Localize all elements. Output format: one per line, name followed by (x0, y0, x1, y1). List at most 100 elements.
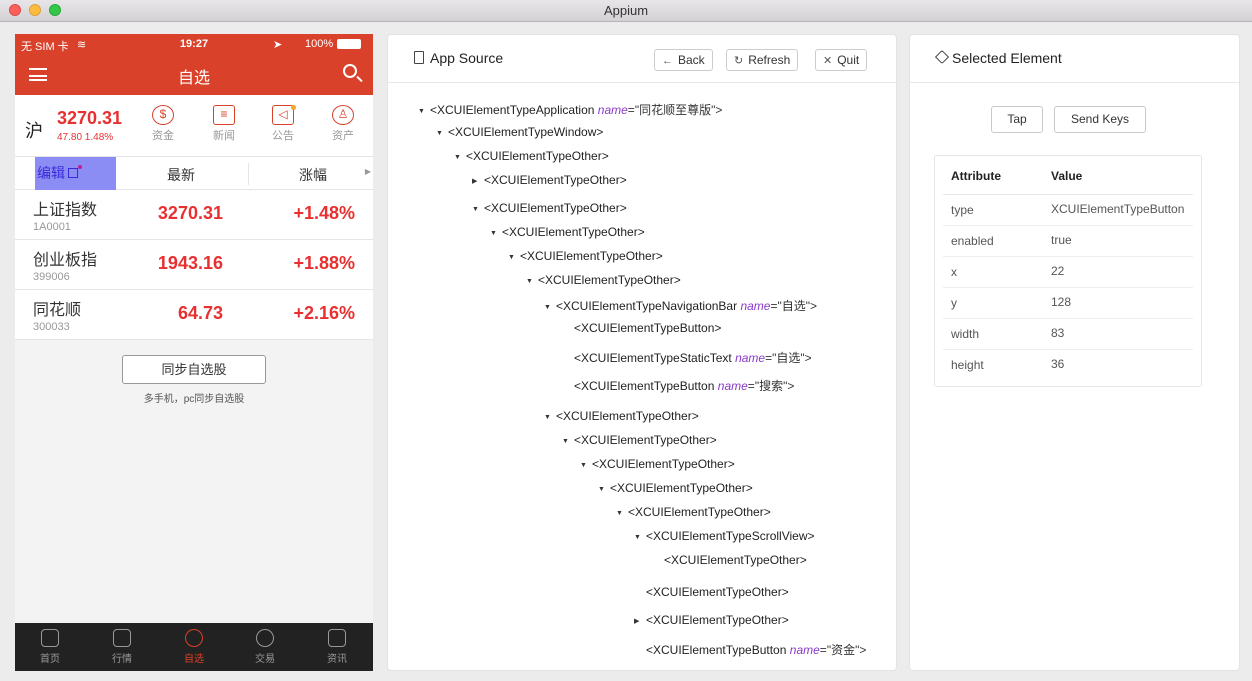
tab-label: 资讯 (327, 654, 347, 665)
refresh-label: Refresh (748, 53, 791, 67)
tree-node[interactable]: ▼ <XCUIElementTypeOther> (526, 273, 681, 287)
quick-link-assets[interactable]: ♙ 资产 (323, 105, 363, 143)
tree-node[interactable]: ▼ <XCUIElementTypeOther> (580, 457, 735, 471)
tree-node[interactable]: ▼ <XCUIElementTypeNavigationBar name="自选"… (544, 297, 817, 314)
caret-right-icon[interactable]: ▶ (634, 617, 646, 625)
caret-down-icon[interactable]: ▼ (616, 510, 628, 517)
quit-button[interactable]: ✕ Quit (815, 49, 868, 71)
quick-link-label: 资金 (152, 130, 174, 142)
tree-node-close: > (810, 299, 818, 313)
caret-down-icon[interactable]: ▼ (544, 304, 556, 311)
stock-row[interactable]: 创业板指 399006 1943.16 +1.88% (15, 240, 373, 290)
tree-node[interactable]: <XCUIElementTypeButton> (562, 321, 721, 335)
tree-node-tag: <XCUIElementTypeOther> (646, 585, 789, 599)
tree-node-attr-value: "搜索" (754, 379, 788, 393)
caret-down-icon[interactable]: ▼ (526, 278, 538, 285)
caret-down-icon[interactable]: ▼ (436, 130, 448, 137)
main-area: 无 SIM 卡 ≋ 19:27 ➤ 100% 自选 沪 3270.31 47.8… (0, 23, 1252, 681)
quick-link-funds[interactable]: $ 资金 (143, 105, 183, 143)
tree-node-attr-name: name (789, 643, 820, 657)
scroll-right-icon[interactable]: ▶ (365, 167, 371, 176)
caret-down-icon[interactable]: ▼ (472, 206, 484, 213)
tree-node[interactable]: <XCUIElementTypeOther> (634, 585, 789, 599)
tree-node[interactable]: ▼ <XCUIElementTypeOther> (454, 149, 609, 163)
caret-down-icon[interactable]: ▼ (508, 254, 520, 261)
edit-button[interactable]: 编辑 (35, 157, 116, 190)
edit-label: 编辑 (37, 165, 65, 181)
caret-down-icon[interactable]: ▼ (490, 230, 502, 237)
tree-node-tag: <XCUIElementTypeOther> (592, 457, 735, 471)
caret-down-icon[interactable]: ▼ (634, 534, 646, 541)
attribute-value: XCUIElementTypeButton (1043, 194, 1193, 226)
tree-node[interactable]: ▼ <XCUIElementTypeScrollView> (634, 529, 815, 543)
table-row: x 22 (943, 256, 1193, 288)
tree-node-tag: <XCUIElementTypeApplication (430, 103, 595, 117)
attribute-key: height (951, 357, 984, 372)
tab-market[interactable]: 行情 (97, 629, 147, 665)
sync-subtitle: 多手机，pc同步自选股 (143, 394, 245, 405)
favorite-icon (185, 629, 203, 647)
tree-node[interactable]: <XCUIElementTypeOther> (652, 553, 807, 567)
tree-node[interactable]: ▼ <XCUIElementTypeOther> (616, 505, 771, 519)
tap-button[interactable]: Tap (991, 106, 1043, 133)
battery-percent: 100% (305, 38, 334, 50)
stock-row[interactable]: 同花顺 300033 64.73 +2.16% (15, 290, 373, 340)
back-button[interactable]: ← Back (654, 49, 713, 71)
search-icon[interactable] (343, 64, 357, 78)
tree-node-tag: <XCUIElementTypeStaticText (574, 351, 732, 365)
tree-node[interactable]: ▶ <XCUIElementTypeOther> (634, 613, 789, 627)
attribute-table: Attribute Value type XCUIElementTypeButt… (934, 155, 1202, 387)
tree-node[interactable]: ▶ <XCUIElementTypeOther> (472, 173, 627, 187)
user-icon: ♙ (332, 105, 354, 125)
source-tree: ▼ <XCUIElementTypeApplication name="同花顺至尊… (388, 83, 896, 670)
tab-home[interactable]: 首页 (25, 629, 75, 665)
stock-name: 上证指数 (33, 202, 98, 219)
column-change[interactable]: 涨幅 (299, 165, 327, 185)
attribute-key: enabled (943, 225, 1043, 257)
device-screenshot[interactable]: 无 SIM 卡 ≋ 19:27 ➤ 100% 自选 沪 3270.31 47.8… (15, 34, 373, 671)
tree-node[interactable]: ▼ <XCUIElementTypeOther> (562, 433, 717, 447)
caret-down-icon[interactable]: ▼ (454, 154, 466, 161)
home-icon (41, 629, 59, 647)
location-icon: ➤ (273, 39, 283, 51)
tab-trade[interactable]: 交易 (240, 629, 290, 665)
column-latest[interactable]: 最新 (167, 165, 195, 185)
stock-name: 创业板指 (33, 252, 98, 269)
stock-row[interactable]: 上证指数 1A0001 3270.31 +1.48% (15, 190, 373, 240)
tree-node[interactable]: ▼ <XCUIElementTypeApplication name="同花顺至尊… (418, 101, 722, 118)
send-keys-button[interactable]: Send Keys (1054, 106, 1146, 133)
tree-node[interactable]: ▼ <XCUIElementTypeOther> (544, 409, 699, 423)
tab-label: 自选 (184, 654, 204, 665)
tree-node[interactable]: <XCUIElementTypeButton name="资金"> (634, 641, 866, 658)
tree-node[interactable]: ▼ <XCUIElementTypeOther> (508, 249, 663, 263)
tree-node[interactable]: ▼ <XCUIElementTypeOther> (472, 201, 627, 215)
sync-watchlist-button[interactable]: 同步自选股 (122, 355, 266, 384)
tab-info[interactable]: 资讯 (312, 629, 362, 665)
tree-node[interactable]: <XCUIElementTypeButton name="搜索"> (562, 377, 794, 394)
tree-node-tag: <XCUIElementTypeOther> (484, 201, 627, 215)
caret-down-icon[interactable]: ▼ (580, 462, 592, 469)
index-summary[interactable]: 沪 3270.31 47.80 1.48% $ 资金 ≡ 新闻 ◁ 公告 ♙ 资… (15, 95, 373, 157)
quick-link-notice[interactable]: ◁ 公告 (263, 105, 303, 143)
tree-node-attr-name: name (735, 351, 766, 365)
edit-icon (68, 168, 78, 178)
caret-right-icon[interactable]: ▶ (472, 177, 484, 185)
caret-down-icon[interactable]: ▼ (418, 108, 430, 115)
tag-icon (934, 49, 950, 65)
caret-down-icon[interactable]: ▼ (562, 438, 574, 445)
tree-node-tag: <XCUIElementTypeOther> (574, 433, 717, 447)
caret-down-icon[interactable]: ▼ (598, 486, 610, 493)
tab-label: 首页 (40, 654, 60, 665)
tree-node-tag: <XCUIElementTypeOther> (520, 249, 663, 263)
tree-node[interactable]: <XCUIElementTypeStaticText name="自选"> (562, 349, 812, 366)
refresh-button[interactable]: ↻ Refresh (726, 49, 799, 71)
tab-favorites[interactable]: 自选 (169, 629, 219, 665)
tree-node-attr-value: "自选" (777, 299, 811, 313)
caret-down-icon[interactable]: ▼ (544, 414, 556, 421)
quick-link-news[interactable]: ≡ 新闻 (204, 105, 244, 143)
tree-node-attr-name: name (717, 379, 748, 393)
tree-node[interactable]: ▼ <XCUIElementTypeOther> (490, 225, 645, 239)
tree-node[interactable]: ▼ <XCUIElementTypeOther> (598, 481, 753, 495)
tree-node[interactable]: ▼ <XCUIElementTypeWindow> (436, 125, 603, 139)
table-row: height 36 (943, 349, 1193, 380)
